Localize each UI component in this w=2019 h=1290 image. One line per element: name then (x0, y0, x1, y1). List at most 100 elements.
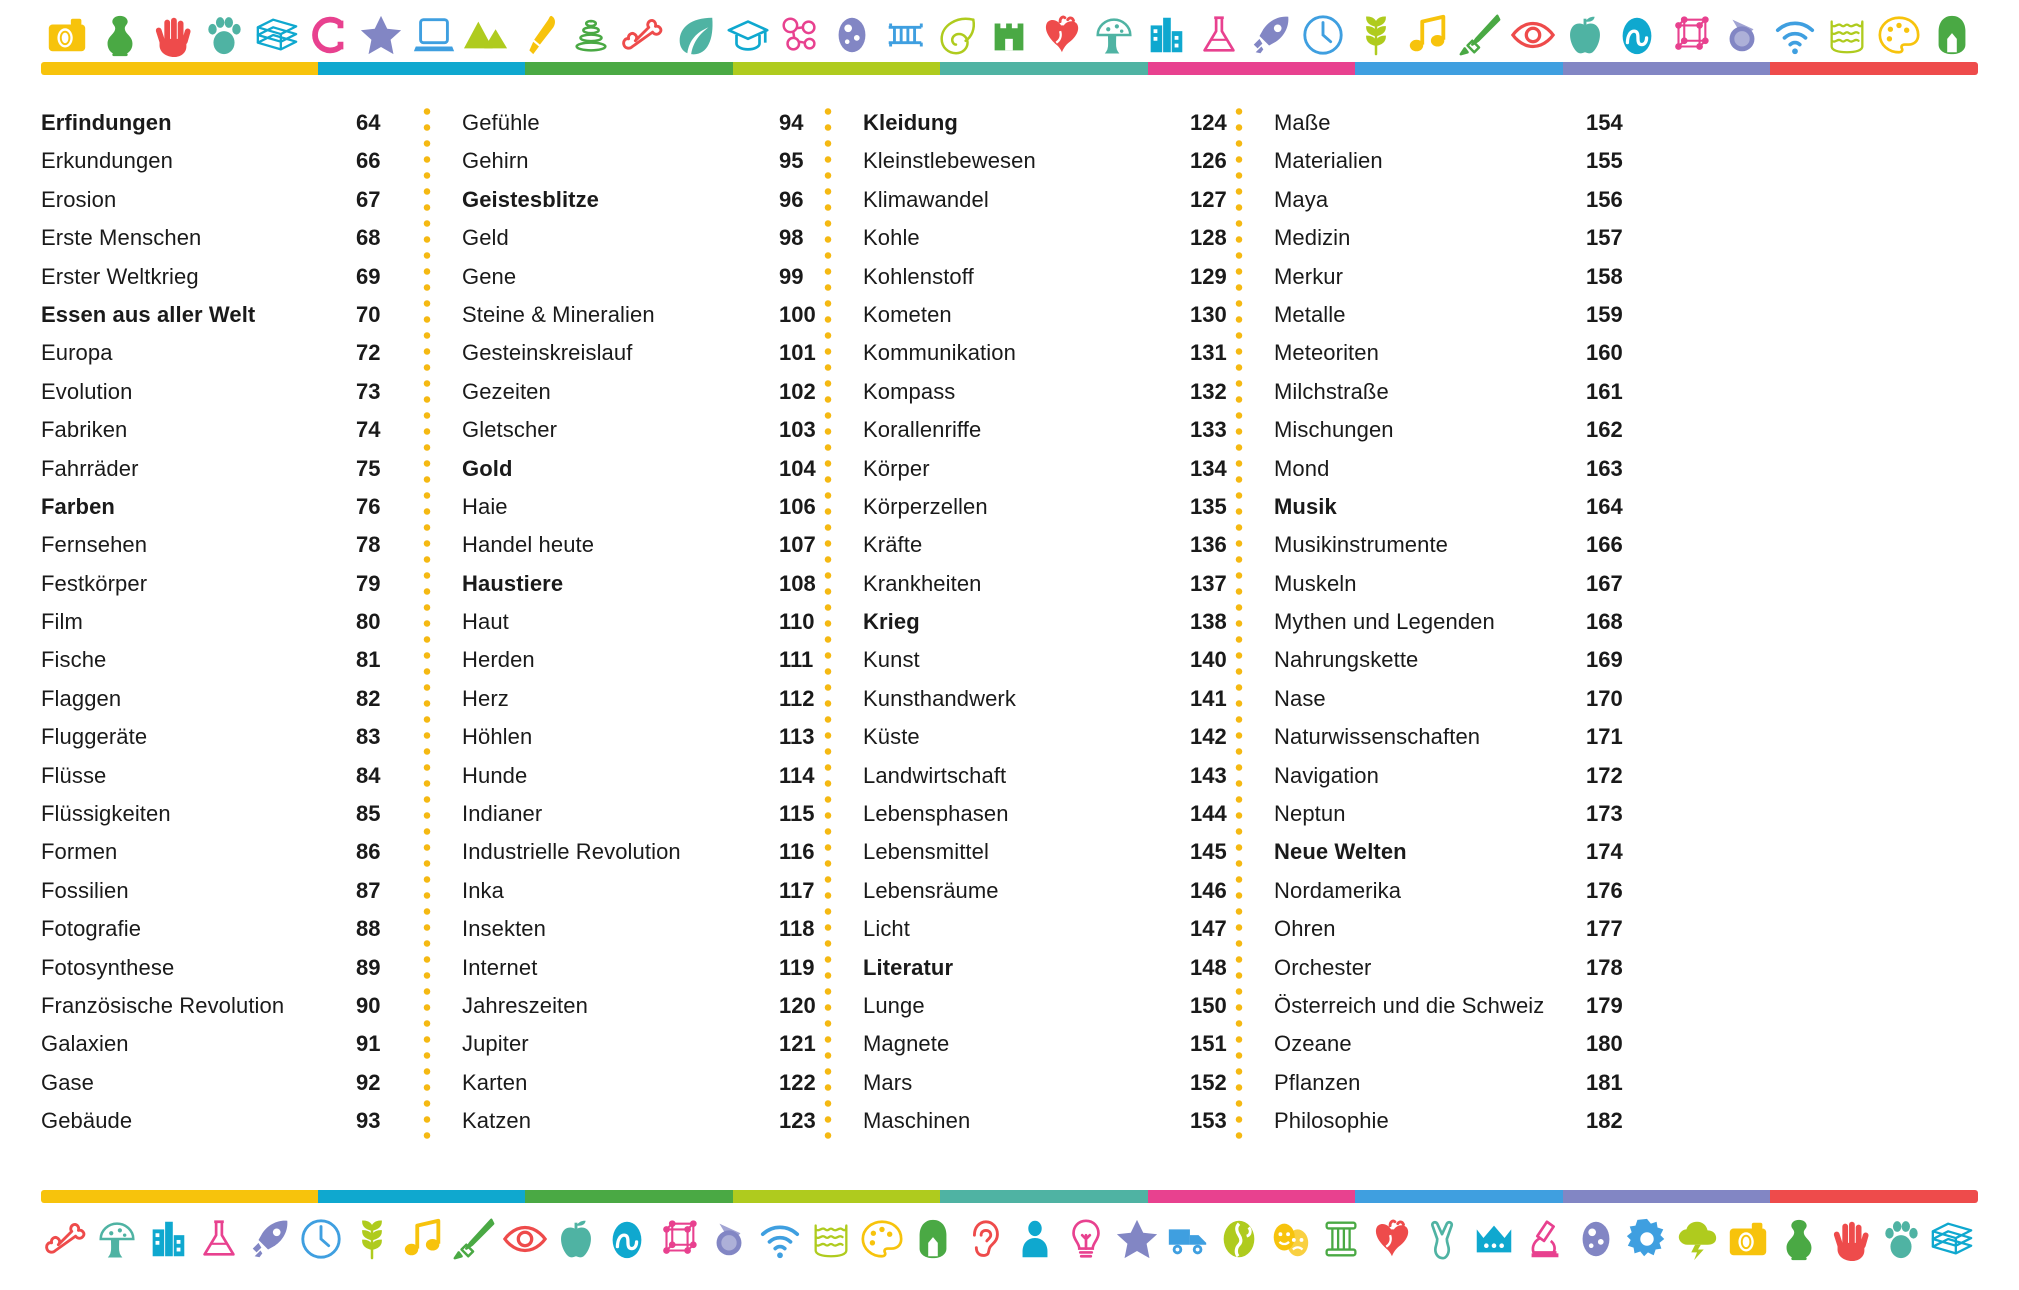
index-entry[interactable]: Orchester 178 (1274, 949, 1644, 987)
index-entry[interactable]: Mars 152 (863, 1064, 1248, 1102)
index-entry[interactable]: Gehirn 95 (462, 142, 837, 180)
index-entry[interactable]: Internet 119 (462, 949, 837, 987)
index-entry[interactable]: Flüsse 84 (41, 757, 414, 795)
index-entry[interactable]: Kohle 128 (863, 219, 1248, 257)
index-entry[interactable]: Metalle 159 (1274, 296, 1644, 334)
index-entry[interactable]: Festkörper 79 (41, 565, 414, 603)
index-entry[interactable]: Gene 99 (462, 258, 837, 296)
index-entry[interactable]: Kleinstlebewesen 126 (863, 142, 1248, 180)
index-entry[interactable]: Naturwissenschaften 171 (1274, 718, 1644, 756)
index-entry[interactable]: Formen 86 (41, 833, 414, 871)
index-entry[interactable]: Industrielle Revolution 116 (462, 833, 837, 871)
index-entry[interactable]: Evolution 73 (41, 373, 414, 411)
index-entry[interactable]: Haie 106 (462, 488, 837, 526)
index-entry[interactable]: Literatur 148 (863, 949, 1248, 987)
index-entry[interactable]: Fische 81 (41, 641, 414, 679)
index-entry[interactable]: Herz 112 (462, 680, 837, 718)
index-entry[interactable]: Kunsthandwerk 141 (863, 680, 1248, 718)
index-entry[interactable]: Mythen und Legenden 168 (1274, 603, 1644, 641)
index-entry[interactable]: Küste 142 (863, 718, 1248, 756)
index-entry[interactable]: Mond 163 (1274, 450, 1644, 488)
index-entry[interactable]: Gezeiten 102 (462, 373, 837, 411)
index-entry[interactable]: Gletscher 103 (462, 411, 837, 449)
index-entry[interactable]: Erkundungen 66 (41, 142, 414, 180)
index-entry[interactable]: Körper 134 (863, 450, 1248, 488)
index-entry[interactable]: Erfindungen 64 (41, 104, 414, 142)
index-entry[interactable]: Kleidung 124 (863, 104, 1248, 142)
index-entry[interactable]: Ozeane 180 (1274, 1025, 1644, 1063)
index-entry[interactable]: Steine & Mineralien 100 (462, 296, 837, 334)
index-entry[interactable]: Lebensräume 146 (863, 872, 1248, 910)
index-entry[interactable]: Höhlen 113 (462, 718, 837, 756)
index-entry[interactable]: Indianer 115 (462, 795, 837, 833)
index-entry[interactable]: Milchstraße 161 (1274, 373, 1644, 411)
index-entry[interactable]: Fahrräder 75 (41, 450, 414, 488)
index-entry[interactable]: Fernsehen 78 (41, 526, 414, 564)
index-entry[interactable]: Geistesblitze 96 (462, 181, 837, 219)
index-entry[interactable]: Muskeln 167 (1274, 565, 1644, 603)
index-entry[interactable]: Maße 154 (1274, 104, 1644, 142)
index-entry[interactable]: Katzen 123 (462, 1102, 837, 1140)
index-entry[interactable]: Philosophie 182 (1274, 1102, 1644, 1140)
index-entry[interactable]: Musikinstrumente 166 (1274, 526, 1644, 564)
index-entry[interactable]: Nordamerika 176 (1274, 872, 1644, 910)
index-entry[interactable]: Fluggeräte 83 (41, 718, 414, 756)
index-entry[interactable]: Magnete 151 (863, 1025, 1248, 1063)
index-entry[interactable]: Fotosynthese 89 (41, 949, 414, 987)
index-entry[interactable]: Materialien 155 (1274, 142, 1644, 180)
index-entry[interactable]: Essen aus aller Welt 70 (41, 296, 414, 334)
index-entry[interactable]: Galaxien 91 (41, 1025, 414, 1063)
index-entry[interactable]: Gebäude 93 (41, 1102, 414, 1140)
index-entry[interactable]: Fotografie 88 (41, 910, 414, 948)
index-entry[interactable]: Erster Weltkrieg 69 (41, 258, 414, 296)
index-entry[interactable]: Insekten 118 (462, 910, 837, 948)
index-entry[interactable]: Haustiere 108 (462, 565, 837, 603)
index-entry[interactable]: Flaggen 82 (41, 680, 414, 718)
index-entry[interactable]: Klimawandel 127 (863, 181, 1248, 219)
index-entry[interactable]: Licht 147 (863, 910, 1248, 948)
index-entry[interactable]: Ohren 177 (1274, 910, 1644, 948)
index-entry[interactable]: Gesteinskreislauf 101 (462, 334, 837, 372)
index-entry[interactable]: Herden 111 (462, 641, 837, 679)
index-entry[interactable]: Österreich und die Schweiz 179 (1274, 987, 1644, 1025)
index-entry[interactable]: Neptun 173 (1274, 795, 1644, 833)
index-entry[interactable]: Jupiter 121 (462, 1025, 837, 1063)
index-entry[interactable]: Musik 164 (1274, 488, 1644, 526)
index-entry[interactable]: Meteoriten 160 (1274, 334, 1644, 372)
index-entry[interactable]: Navigation 172 (1274, 757, 1644, 795)
index-entry[interactable]: Medizin 157 (1274, 219, 1644, 257)
index-entry[interactable]: Europa 72 (41, 334, 414, 372)
index-entry[interactable]: Pflanzen 181 (1274, 1064, 1644, 1102)
index-entry[interactable]: Nahrungskette 169 (1274, 641, 1644, 679)
index-entry[interactable]: Landwirtschaft 143 (863, 757, 1248, 795)
index-entry[interactable]: Körperzellen 135 (863, 488, 1248, 526)
index-entry[interactable]: Maschinen 153 (863, 1102, 1248, 1140)
index-entry[interactable]: Nase 170 (1274, 680, 1644, 718)
index-entry[interactable]: Korallenriffe 133 (863, 411, 1248, 449)
index-entry[interactable]: Handel heute 107 (462, 526, 837, 564)
index-entry[interactable]: Gase 92 (41, 1064, 414, 1102)
index-entry[interactable]: Inka 117 (462, 872, 837, 910)
index-entry[interactable]: Kometen 130 (863, 296, 1248, 334)
index-entry[interactable]: Erosion 67 (41, 181, 414, 219)
index-entry[interactable]: Film 80 (41, 603, 414, 641)
index-entry[interactable]: Kunst 140 (863, 641, 1248, 679)
index-entry[interactable]: Fossilien 87 (41, 872, 414, 910)
index-entry[interactable]: Erste Menschen 68 (41, 219, 414, 257)
index-entry[interactable]: Kräfte 136 (863, 526, 1248, 564)
index-entry[interactable]: Lebensphasen 144 (863, 795, 1248, 833)
index-entry[interactable]: Krankheiten 137 (863, 565, 1248, 603)
index-entry[interactable]: Gefühle 94 (462, 104, 837, 142)
index-entry[interactable]: Mischungen 162 (1274, 411, 1644, 449)
index-entry[interactable]: Krieg 138 (863, 603, 1248, 641)
index-entry[interactable]: Haut 110 (462, 603, 837, 641)
index-entry[interactable]: Karten 122 (462, 1064, 837, 1102)
index-entry[interactable]: Flüssigkeiten 85 (41, 795, 414, 833)
index-entry[interactable]: Maya 156 (1274, 181, 1644, 219)
index-entry[interactable]: Merkur 158 (1274, 258, 1644, 296)
index-entry[interactable]: Gold 104 (462, 450, 837, 488)
index-entry[interactable]: Kohlenstoff 129 (863, 258, 1248, 296)
index-entry[interactable]: Hunde 114 (462, 757, 837, 795)
index-entry[interactable]: Lunge 150 (863, 987, 1248, 1025)
index-entry[interactable]: Geld 98 (462, 219, 837, 257)
